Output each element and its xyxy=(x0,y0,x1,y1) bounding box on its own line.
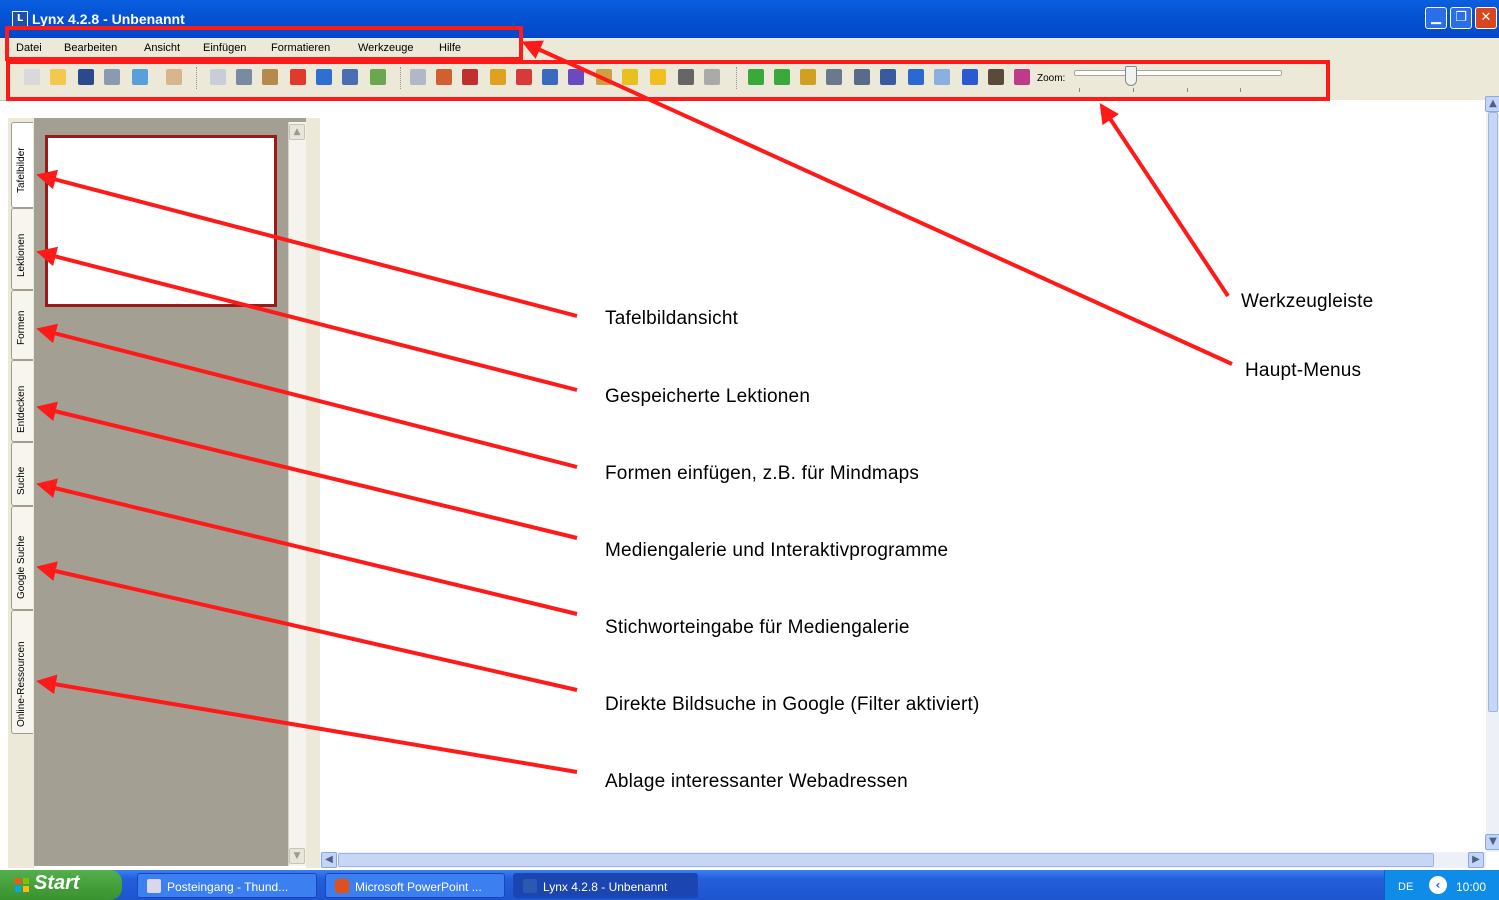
task-label: Microsoft PowerPoint ... xyxy=(355,880,482,894)
powerpoint-icon xyxy=(335,879,349,893)
arrow xyxy=(36,561,578,692)
annotation-haupt-menus: Haupt-Menus xyxy=(1245,360,1362,381)
clock: 10:00 xyxy=(1456,880,1487,894)
arrow xyxy=(36,674,578,774)
arrow xyxy=(36,401,578,540)
task-label: Posteingang - Thund... xyxy=(167,880,289,894)
start-label: Start xyxy=(34,872,80,894)
annotation-tafelbildansicht: Tafelbildansicht xyxy=(605,308,739,329)
annotation-stichworteingabe: Stichworteingabe für Mediengalerie xyxy=(605,617,910,638)
annotation-werkzeugleiste: Werkzeugleiste xyxy=(1241,291,1374,312)
arrow xyxy=(36,169,578,318)
arrow xyxy=(36,246,578,392)
tray-expand-icon[interactable]: ‹ xyxy=(1429,876,1447,894)
annotation-formen: Formen einfügen, z.B. für Mindmaps xyxy=(605,463,920,484)
annotation-arrows xyxy=(36,40,1233,774)
annotation-webadressen: Ablage interessanter Webadressen xyxy=(605,771,908,792)
lynx-icon xyxy=(523,879,537,893)
windows-flag-icon xyxy=(15,878,29,892)
annotation-mediengalerie: Mediengalerie und Interaktivprogramme xyxy=(605,540,949,561)
thunderbird-icon xyxy=(147,879,161,893)
language-indicator[interactable]: DE xyxy=(1398,881,1413,893)
annotation-lektionen: Gespeicherte Lektionen xyxy=(605,386,811,407)
annotation-bildsuche: Direkte Bildsuche in Google (Filter akti… xyxy=(605,694,980,715)
arrow xyxy=(1099,103,1230,298)
arrow xyxy=(36,478,578,616)
task-label: Lynx 4.2.8 - Unbenannt xyxy=(543,880,668,894)
arrow xyxy=(36,323,578,469)
